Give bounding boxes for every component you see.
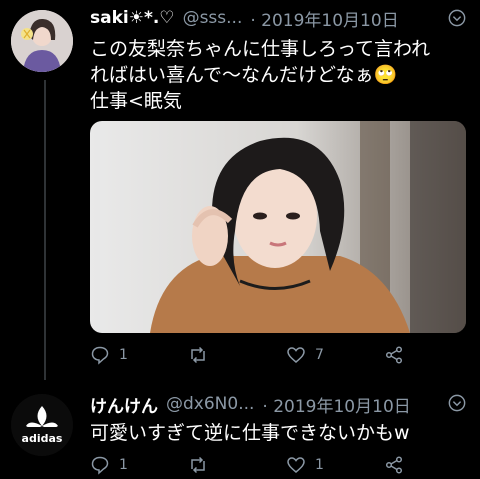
share-icon (385, 346, 403, 364)
handle[interactable]: @sss... (183, 8, 243, 28)
retweet-icon (191, 346, 205, 364)
reply-count: 1 (119, 457, 128, 473)
chevron-down-icon[interactable] (448, 394, 466, 412)
reply-button[interactable]: 1 (90, 345, 128, 365)
tweet-header: けんけん @dx6N0... · 2019年10月10日 (90, 392, 411, 417)
like-count: 7 (315, 347, 324, 363)
like-icon (287, 347, 305, 363)
like-icon (287, 457, 305, 473)
share-icon (385, 456, 403, 474)
thread-line (44, 80, 46, 380)
tweet-text-line: ればはい喜んで〜なんだけどなぁ🙄 (90, 64, 398, 86)
tweet-actions: 1 7 (90, 345, 470, 369)
tweet-header: saki☀*.♡ @sss... · 2019年10月10日 (90, 6, 399, 31)
like-count: 1 (315, 457, 324, 473)
tweet-text-line: この友梨奈ちゃんに仕事しろって言われ (90, 38, 431, 60)
avatar[interactable]: adidas (11, 394, 73, 456)
share-button[interactable] (384, 455, 404, 475)
tweet-actions: 1 1 (90, 455, 470, 479)
display-name[interactable]: けんけん (90, 392, 158, 417)
reply-icon (91, 346, 109, 365)
chevron-down-icon[interactable] (448, 9, 466, 27)
avatar[interactable] (11, 10, 73, 72)
reply-button[interactable]: 1 (90, 455, 128, 475)
reply-icon (91, 456, 109, 475)
timestamp[interactable]: · 2019年10月10日 (262, 392, 410, 417)
share-button[interactable] (384, 345, 404, 365)
like-button[interactable]: 7 (286, 345, 324, 365)
retweet-button[interactable] (188, 345, 217, 365)
tweet-photo[interactable] (90, 121, 466, 333)
handle[interactable]: @dx6N0... (166, 394, 254, 414)
tweet-text-line: 仕事<眠気 (90, 90, 182, 112)
like-button[interactable]: 1 (286, 455, 324, 475)
display-name[interactable]: saki☀*.♡ (90, 8, 175, 28)
retweet-button[interactable] (188, 455, 217, 475)
tweet-text: 可愛いすぎて逆に仕事できないかもw (90, 422, 410, 444)
timestamp[interactable]: · 2019年10月10日 (250, 6, 398, 31)
tweet-text: この友梨奈ちゃんに仕事しろって言われ ればはい喜んで〜なんだけどなぁ🙄 仕事<眠… (90, 36, 470, 114)
avatar-label: adidas (22, 432, 63, 445)
reply-count: 1 (119, 347, 128, 363)
retweet-icon (191, 456, 205, 474)
